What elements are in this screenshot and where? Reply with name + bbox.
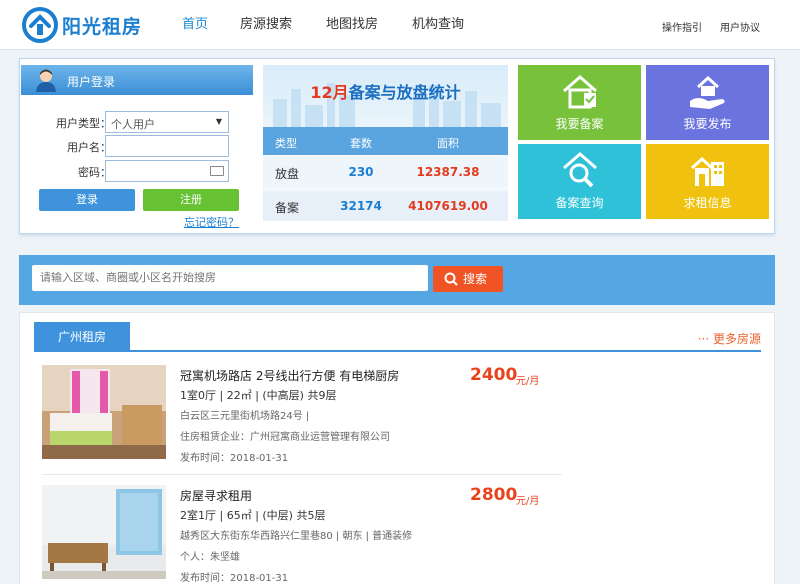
listing-spec: 1室0厅 | 22㎡ | (中高层) 共9层 — [180, 389, 337, 402]
logo-icon — [22, 7, 58, 43]
listing-spec: 2室1厅 | 65㎡ | (中层) 共5层 — [180, 509, 326, 522]
house-search-icon — [563, 152, 597, 188]
buildings-icon — [690, 156, 724, 186]
dropdown-arrow-icon: ▼ — [215, 117, 222, 126]
stats-title-month: 12月 — [310, 83, 349, 102]
login-header: 用户登录 — [21, 65, 253, 95]
user-type-value: 个人用户 — [111, 118, 155, 131]
stats-area: 4107619.00 — [408, 199, 488, 213]
stats-table-header: 类型 套数 面积 — [263, 127, 508, 155]
more-dots-icon: ··· — [697, 332, 713, 346]
listing-owner: 住房租赁企业：广州冠寓商业运营管理有限公司 — [180, 432, 390, 443]
listing-photo[interactable] — [42, 485, 166, 579]
user-avatar-icon — [36, 69, 56, 92]
price-unit: 元/月 — [516, 496, 540, 507]
stats-count: 230 — [348, 165, 374, 179]
keyboard-icon[interactable] — [210, 166, 224, 176]
register-button[interactable]: 注册 — [143, 189, 239, 211]
user-type-row: 用户类型： 个人用户 ▼ — [21, 111, 253, 133]
listing-title[interactable]: 冠寓机场路店 2号线出行方便 有电梯厨房 — [180, 367, 399, 384]
search-button[interactable]: 搜索 — [433, 266, 503, 292]
header-count: 套数 — [350, 137, 372, 150]
nav-map-search[interactable]: 地图找房 — [312, 0, 392, 50]
listing-price: 2800 — [470, 485, 518, 505]
listing-time: 发布时间：2018-01-31 — [180, 453, 289, 464]
login-button[interactable]: 登录 — [39, 189, 135, 211]
stats-box: 12月备案与放盘统计 类型 套数 面积 放盘 230 12387.38 备案 3… — [263, 65, 508, 221]
listing-time: 发布时间：2018-01-31 — [180, 573, 289, 584]
listing-address: 白云区三元里街机场路24号 | — [180, 411, 310, 422]
forgot-password-link[interactable]: 忘记密码？ — [184, 214, 239, 230]
tab-guangzhou[interactable]: 广州租房 — [34, 322, 130, 352]
top-panel: 用户登录 用户类型： 个人用户 ▼ 用户名： 密码： 登录 注册 忘记密码？ 1… — [19, 58, 775, 234]
listing-tabbar: 广州租房 ··· 更多房源 — [34, 322, 761, 352]
logo[interactable]: 阳光租房 — [22, 6, 172, 44]
stats-type: 备案 — [275, 201, 300, 215]
tile-publish[interactable]: 我要发布 — [646, 65, 769, 140]
stats-title-rest: 备案与放盘统计 — [348, 83, 461, 102]
listing-section: 广州租房 ··· 更多房源 冠寓机场路店 2号线出行方便 有电梯厨房 1室0厅 … — [19, 312, 775, 584]
listing-price: 2400 — [470, 365, 518, 385]
search-bar: 搜索 — [19, 255, 775, 305]
search-input[interactable] — [32, 265, 428, 291]
listing-owner: 个人：朱坚雄 — [180, 552, 240, 563]
tile-label: 备案查询 — [555, 196, 604, 210]
more-listings-label: 更多房源 — [712, 332, 761, 346]
listing-address: 越秀区大东街东华西路兴仁里巷80 | 朝东 | 普通装修 — [180, 531, 413, 542]
login-box: 用户登录 用户类型： 个人用户 ▼ 用户名： 密码： 登录 注册 忘记密码？ — [21, 65, 253, 229]
tile-register-query[interactable]: 备案查询 — [518, 144, 641, 219]
nav-home[interactable]: 首页 — [168, 0, 222, 50]
tile-label: 我要备案 — [555, 117, 604, 131]
list-item[interactable]: 冠寓机场路店 2号线出行方便 有电梯厨房 1室0厅 | 22㎡ | (中高层) … — [42, 365, 562, 475]
main-nav: 首页 房源搜索 地图找房 机构查询 — [168, 0, 478, 50]
search-icon — [444, 272, 458, 286]
nav-agency-search[interactable]: 机构查询 — [398, 0, 478, 50]
guide-link[interactable]: 操作指引 — [662, 19, 702, 34]
search-button-label: 搜索 — [463, 272, 488, 286]
header-area: 面积 — [437, 137, 459, 150]
user-type-select[interactable]: 个人用户 ▼ — [105, 111, 229, 133]
price-unit: 元/月 — [516, 376, 540, 387]
room-photo-icon — [42, 485, 166, 579]
stats-title: 12月备案与放盘统计 — [263, 79, 508, 103]
password-input[interactable] — [105, 160, 229, 182]
stats-row: 备案 32174 4107619.00 — [263, 191, 508, 221]
list-item[interactable]: 房屋寻求租用 2室1厅 | 65㎡ | (中层) 共5层 越秀区大东街东华西路兴… — [42, 485, 562, 584]
username-row: 用户名： — [21, 135, 253, 157]
stats-count: 32174 — [340, 199, 382, 213]
login-title: 用户登录 — [67, 75, 116, 89]
house-register-icon — [563, 75, 597, 109]
stats-row: 放盘 230 12387.38 — [263, 157, 508, 187]
stats-area: 12387.38 — [416, 165, 480, 179]
password-row: 密码： — [21, 160, 253, 182]
tile-label: 求租信息 — [683, 196, 732, 210]
username-input[interactable] — [105, 135, 229, 157]
stats-type: 放盘 — [275, 167, 300, 181]
header-type: 类型 — [275, 137, 297, 150]
room-photo-icon — [42, 365, 166, 459]
listing-title[interactable]: 房屋寻求租用 — [180, 487, 252, 504]
tile-label: 我要发布 — [683, 117, 732, 131]
agreement-link[interactable]: 用户协议 — [720, 19, 760, 34]
brand-name: 阳光租房 — [62, 15, 143, 38]
nav-house-search[interactable]: 房源搜索 — [226, 0, 306, 50]
house-publish-icon — [690, 75, 725, 109]
top-links: 操作指引 用户协议 — [662, 19, 760, 34]
user-type-label: 用户类型： — [56, 117, 111, 130]
tile-rent-request[interactable]: 求租信息 — [646, 144, 769, 219]
site-header: 阳光租房 首页 房源搜索 地图找房 机构查询 操作指引 用户协议 — [0, 0, 800, 50]
stats-banner: 12月备案与放盘统计 — [263, 65, 508, 127]
listing-photo[interactable] — [42, 365, 166, 459]
tile-register[interactable]: 我要备案 — [518, 65, 641, 140]
more-listings-link[interactable]: ··· 更多房源 — [698, 330, 761, 347]
